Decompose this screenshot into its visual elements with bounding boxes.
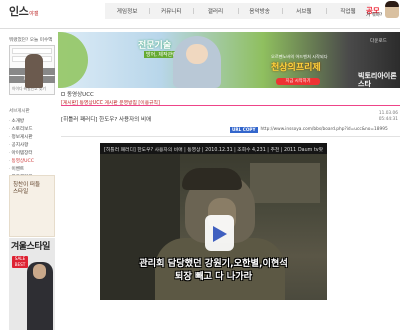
- site-logo[interactable]: 인스 야갤: [9, 4, 38, 18]
- post-time: 05:44:31: [378, 117, 398, 122]
- sidebar-menu-title: 서브게시판: [9, 109, 30, 114]
- left-sidebar: 뭐랬었던? 오늘 미수액 로그인 회원가입 아이디·비밀번호 찾기 서브게시판 …: [0, 30, 58, 330]
- video-subtitle-line2: 퇴장 빼고 다 나가라: [174, 271, 253, 282]
- nav-item-subweb[interactable]: 서브웹: [281, 7, 326, 15]
- content-divider: [61, 136, 400, 137]
- ad-sale-badge: SALE BEST: [12, 256, 28, 268]
- play-icon: [213, 226, 227, 242]
- ad-winter-title: 겨울스타일: [11, 242, 50, 252]
- nav-item-gallery[interactable]: 갤러리: [193, 7, 237, 15]
- nav-item-game-info[interactable]: 게임정보: [105, 7, 149, 15]
- logo-text: 인스: [9, 5, 29, 18]
- nav-item-community[interactable]: 커뮤니티: [149, 7, 193, 15]
- game-banner[interactable]: 전문기술 방어, 제작관련 오르펜노바의 어드벤처 시작되다 천상의프리제 지금…: [58, 32, 400, 88]
- post-meta: 11.03.06 05:44:31: [353, 111, 398, 123]
- banner-leaf-decoration: [58, 32, 88, 88]
- banner-right-text: 빅토리아이론 스타: [358, 72, 397, 88]
- nav-item-music[interactable]: 음악방송: [237, 7, 282, 15]
- sidebar-ad-style[interactable]: 칭찬이 떠들 스타일: [9, 175, 55, 237]
- url-copy-button[interactable]: URL COPY: [230, 126, 258, 133]
- banner-logo-text: 천상의프리제: [271, 63, 321, 73]
- video-subtitle-line1: 관리회 담당했던 강원기,오한별,이현석: [139, 258, 288, 269]
- ad-model-image: [25, 54, 43, 88]
- sidebar-item-info[interactable]: 정보게시판: [9, 134, 55, 142]
- logo-subtext: 야갤: [29, 10, 39, 17]
- url-bar: URL COPY http://www.inssoya.com/bbs/boar…: [230, 126, 388, 133]
- sidebar-item-market[interactable]: 아이템장터: [9, 150, 55, 158]
- sidebar-item-intro[interactable]: 소개방: [9, 118, 55, 126]
- player-brand[interactable]: Daum tv팟: [298, 146, 323, 153]
- post-url[interactable]: http://www.inssoya.com/bbs/board.php?id=…: [261, 127, 388, 132]
- sidebar-ad-winter[interactable]: 겨울스타일 SALE BEST: [9, 238, 55, 330]
- video-frame-hair: [182, 168, 242, 190]
- nav-item-jobweb[interactable]: 직업웹: [325, 7, 370, 15]
- banner-character-face: [186, 44, 208, 64]
- main-nav: 게임정보 커뮤니티 갤러리 음악방송 서브웹 직업웹: [105, 3, 370, 19]
- sidebar-item-notice[interactable]: 공지사항: [9, 142, 55, 150]
- banner-title: 전문기술: [138, 41, 172, 51]
- contest-badge-sub: 거 뭐야?: [366, 13, 383, 18]
- sidebar-item-ucc[interactable]: 동영상UCC: [9, 158, 55, 166]
- mascot-hair-icon: [385, 1, 399, 7]
- sidebar-item-event[interactable]: 이벤트: [9, 166, 55, 174]
- board-notice[interactable]: [게시판] 동영상UCC 게시판 운영방침 [이용규칙]: [61, 99, 160, 106]
- sidebar-item-storyboard[interactable]: 스토리보드: [9, 126, 55, 134]
- banner-download-label: 다운로드: [370, 39, 387, 44]
- board-icon: [61, 92, 65, 96]
- post-title: [히틀러 패러디] 한도우? 사용자의 비애: [61, 117, 152, 123]
- login-status: 뭐랬었던? 오늘 미수액: [9, 38, 53, 43]
- video-title: [히틀러 패러디] 한도우? 사용자의 비애 | 동영상 | 2010.12.3…: [104, 148, 297, 153]
- video-frame-window: [250, 163, 320, 203]
- player-title-bar: [히틀러 패러디] 한도우? 사용자의 비애 | 동영상 | 2010.12.3…: [100, 143, 327, 154]
- ad-style-text: 칭찬이 떠들 스타일: [13, 182, 41, 195]
- ad-model-face: [33, 264, 46, 279]
- header-divider: [0, 28, 400, 29]
- banner-start-button[interactable]: 지금 시작하기: [276, 78, 320, 85]
- top-header: 인스 야갤 게임정보 커뮤니티 갤러리 음악방송 서브웹 직업웹 공모 거 뭐야…: [0, 0, 400, 30]
